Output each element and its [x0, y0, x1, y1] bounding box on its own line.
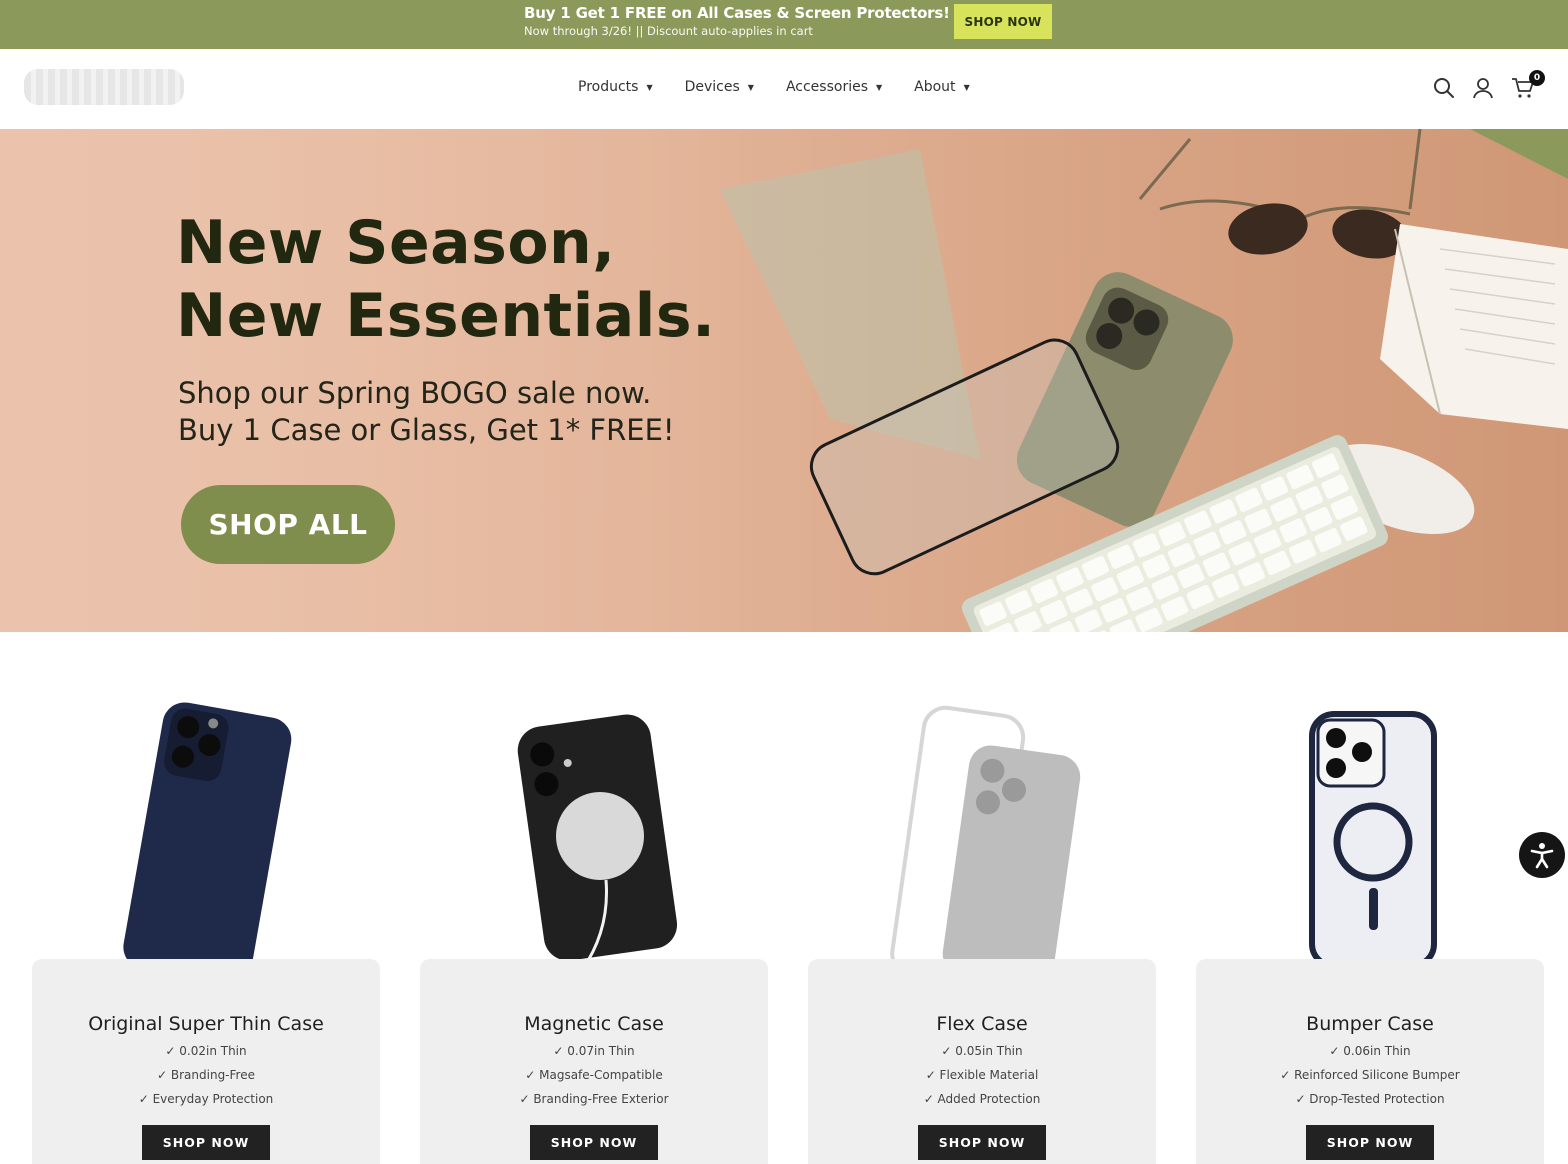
- product-card-flex: Flex Case ✓ 0.05in Thin ✓ Flexible Mater…: [808, 959, 1156, 1164]
- shop-all-button[interactable]: SHOP ALL: [181, 485, 395, 564]
- cart-icon[interactable]: 0: [1511, 70, 1545, 100]
- caret-down-icon: ▼: [646, 82, 653, 92]
- product-title[interactable]: Original Super Thin Case: [32, 1013, 380, 1035]
- site-header: Products ▼ Devices ▼ Accessories ▼ About…: [0, 49, 1568, 129]
- nav-item-devices[interactable]: Devices ▼: [685, 79, 754, 95]
- product-image-flex[interactable]: [808, 700, 1156, 990]
- product-card-magnetic: Magnetic Case ✓ 0.07in Thin ✓ Magsafe-Co…: [420, 959, 768, 1164]
- feature-item: ✓ Drop-Tested Protection: [1295, 1092, 1445, 1106]
- brand-logo[interactable]: [24, 69, 184, 105]
- nav-item-label: Accessories: [785, 79, 868, 95]
- hero-banner: New Season, New Essentials. Shop our Spr…: [0, 129, 1568, 632]
- product-card-super-thin: Original Super Thin Case ✓ 0.02in Thin ✓…: [32, 959, 380, 1164]
- nav-item-label: About: [914, 79, 956, 95]
- product-features: ✓ 0.05in Thin ✓ Flexible Material ✓ Adde…: [808, 1039, 1156, 1111]
- shop-now-button[interactable]: SHOP NOW: [1306, 1125, 1434, 1160]
- product-features: ✓ 0.02in Thin ✓ Branding-Free ✓ Everyday…: [32, 1039, 380, 1111]
- feature-item: ✓ 0.07in Thin: [553, 1044, 635, 1058]
- product-features: ✓ 0.06in Thin ✓ Reinforced Silicone Bump…: [1196, 1039, 1544, 1111]
- promo-text: Buy 1 Get 1 FREE on All Cases & Screen P…: [524, 4, 950, 38]
- shop-now-button[interactable]: SHOP NOW: [530, 1125, 658, 1160]
- feature-item: ✓ Everyday Protection: [138, 1092, 274, 1106]
- product-features: ✓ 0.07in Thin ✓ Magsafe-Compatible ✓ Bra…: [420, 1039, 768, 1111]
- cart-count-badge: 0: [1529, 70, 1545, 86]
- feature-item: ✓ Flexible Material: [925, 1068, 1039, 1082]
- hero-subtitle: Shop our Spring BOGO sale now. Buy 1 Cas…: [178, 375, 675, 449]
- product-card-bumper: Bumper Case ✓ 0.06in Thin ✓ Reinforced S…: [1196, 959, 1544, 1164]
- shop-now-button[interactable]: SHOP NOW: [142, 1125, 270, 1160]
- feature-item: ✓ Added Protection: [923, 1092, 1041, 1106]
- product-image-magnetic[interactable]: [420, 700, 768, 990]
- nav-item-label: Devices: [684, 79, 740, 95]
- feature-item: ✓ Branding-Free: [157, 1068, 255, 1082]
- accessibility-button[interactable]: [1519, 832, 1565, 878]
- feature-item: ✓ Reinforced Silicone Bumper: [1280, 1068, 1460, 1082]
- hero-title-line: New Season,: [176, 208, 616, 278]
- feature-item: ✓ 0.05in Thin: [941, 1044, 1023, 1058]
- main-nav: Products ▼ Devices ▼ Accessories ▼ About…: [578, 79, 1002, 95]
- product-image-super-thin[interactable]: [32, 700, 380, 990]
- search-icon[interactable]: [1432, 76, 1456, 100]
- product-image-bumper[interactable]: [1196, 700, 1544, 990]
- caret-down-icon: ▼: [876, 82, 883, 92]
- shop-now-button[interactable]: SHOP NOW: [918, 1125, 1046, 1160]
- promo-subtitle: Now through 3/26! || Discount auto-appli…: [524, 24, 813, 38]
- feature-item: ✓ 0.06in Thin: [1329, 1044, 1411, 1058]
- nav-item-about[interactable]: About ▼: [914, 79, 970, 95]
- nav-item-products[interactable]: Products ▼: [578, 79, 653, 95]
- promo-shop-now-button[interactable]: SHOP NOW: [954, 4, 1052, 39]
- nav-item-label: Products: [578, 79, 639, 95]
- product-title[interactable]: Bumper Case: [1196, 1013, 1544, 1035]
- hero-title: New Season, New Essentials.: [176, 207, 715, 353]
- product-title[interactable]: Flex Case: [808, 1013, 1156, 1035]
- caret-down-icon: ▼: [747, 82, 754, 92]
- caret-down-icon: ▼: [963, 82, 970, 92]
- hero-title-line: New Essentials.: [176, 281, 716, 351]
- hero-subtitle-line: Buy 1 Case or Glass, Get 1* FREE!: [178, 413, 675, 447]
- hero-subtitle-line: Shop our Spring BOGO sale now.: [178, 376, 652, 410]
- nav-item-accessories[interactable]: Accessories ▼: [786, 79, 882, 95]
- feature-item: ✓ Magsafe-Compatible: [525, 1068, 663, 1082]
- feature-item: ✓ Branding-Free Exterior: [519, 1092, 669, 1106]
- feature-item: ✓ 0.02in Thin: [165, 1044, 247, 1058]
- product-title[interactable]: Magnetic Case: [420, 1013, 768, 1035]
- account-icon[interactable]: [1471, 76, 1495, 100]
- promo-bar: Buy 1 Get 1 FREE on All Cases & Screen P…: [0, 0, 1568, 49]
- accessibility-icon: [1530, 843, 1554, 869]
- promo-title: Buy 1 Get 1 FREE on All Cases & Screen P…: [524, 4, 950, 22]
